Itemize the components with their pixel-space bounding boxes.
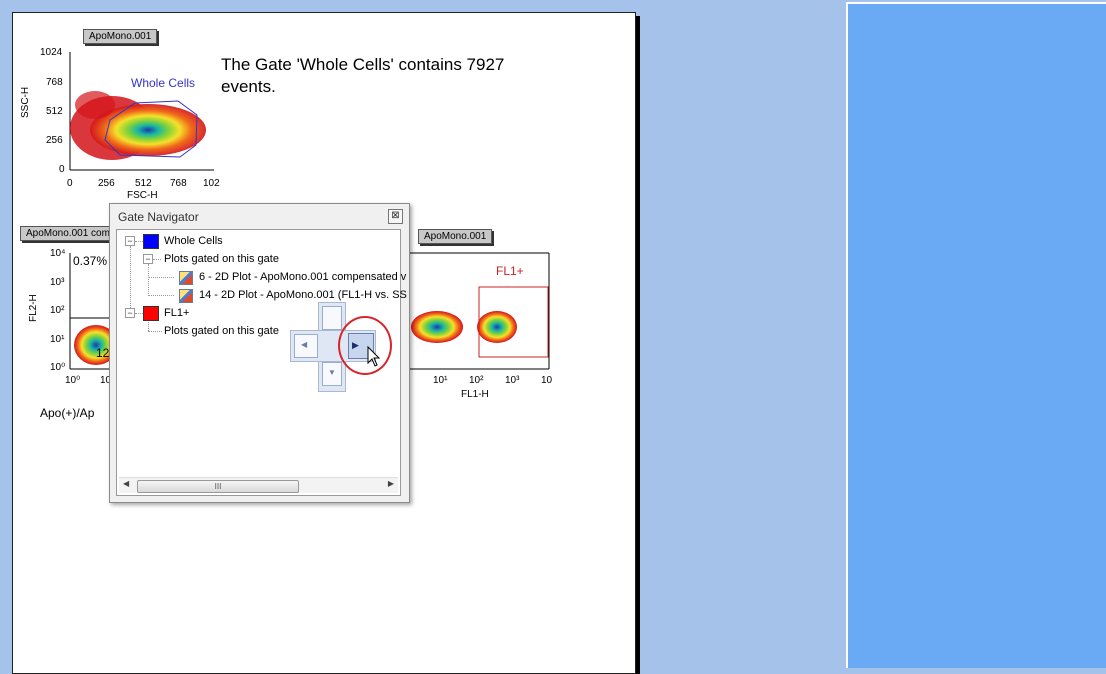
tree-item-plots-gated-1[interactable]: Plots gated on this gate: [164, 251, 279, 267]
dock-left-button[interactable]: ◀: [294, 334, 318, 358]
dock-bottom-button[interactable]: ▼: [322, 362, 342, 386]
highlight-circle: [338, 316, 392, 375]
plot-2d-icon: [179, 271, 193, 285]
plot-2d-icon: [179, 289, 193, 303]
chevron-left-icon: ◀: [301, 340, 308, 349]
plot1-xtick-512: 512: [135, 178, 152, 189]
plot3-xtick-4: 10: [541, 375, 553, 386]
plot1-ytick-512: 512: [46, 106, 63, 117]
mouse-cursor-icon: [367, 345, 381, 367]
plot2-ytick-4: 10⁴: [50, 248, 66, 259]
tree-item-plot-14[interactable]: 14 - 2D Plot - ApoMono.001 (FL1-H vs. SS: [199, 287, 407, 303]
collapse-plots-gated-icon[interactable]: −: [143, 254, 153, 264]
chevron-down-icon: ▼: [328, 368, 336, 377]
plot2-ytick-0: 10⁰: [50, 362, 66, 373]
plot2-xtick-0: 10⁰: [65, 375, 81, 386]
collapse-fl1-icon[interactable]: −: [125, 308, 135, 318]
plot1-xtick-102: 102: [203, 178, 220, 189]
gate-event-message: The Gate 'Whole Cells' contains 7927 eve…: [221, 55, 505, 96]
plot1-ytick-1024: 1024: [40, 47, 63, 58]
scroll-right-icon[interactable]: ▶: [388, 479, 394, 488]
plot3-xtick-2: 10²: [469, 375, 484, 386]
plot3-xtick-1: 10¹: [433, 375, 448, 386]
apo-stat-label: Apo(+)/Ap: [40, 406, 95, 420]
plot2-ytick-2: 10²: [50, 305, 65, 316]
fl1-color-swatch: [143, 306, 159, 321]
plot1-gate-label[interactable]: Whole Cells: [131, 76, 195, 90]
tree-item-whole-cells[interactable]: Whole Cells: [164, 233, 223, 249]
plot3-xlabel: FL1-H: [461, 389, 489, 400]
tree-item-plots-gated-2[interactable]: Plots gated on this gate: [164, 323, 279, 339]
plot2-ytick-1: 10¹: [50, 334, 65, 345]
plot2-tag[interactable]: ApoMono.001 com: [20, 226, 116, 241]
whole-cells-color-swatch: [143, 234, 159, 249]
plot2-ylabel: FL2-H: [28, 294, 39, 322]
horizontal-scrollbar[interactable]: ◀ III ▶: [119, 477, 398, 493]
plot3-xtick-3: 10³: [505, 375, 520, 386]
plot1-ytick-256: 256: [46, 135, 63, 146]
plot1-ylabel: SSC-H: [20, 86, 31, 118]
tree-item-plot-6[interactable]: 6 - 2D Plot - ApoMono.001 compensated v: [199, 269, 406, 285]
scroll-left-icon[interactable]: ◀: [123, 479, 129, 488]
plot1-tag[interactable]: ApoMono.001: [83, 29, 158, 44]
plot1-ytick-768: 768: [46, 77, 63, 88]
plot1-xtick-0: 0: [67, 178, 73, 189]
close-icon[interactable]: ⊠: [388, 209, 403, 224]
plot1-xtick-256: 256: [98, 178, 115, 189]
collapse-whole-cells-icon[interactable]: −: [125, 236, 135, 246]
plot1-xlabel: FSC-H: [127, 190, 158, 201]
plot3-gate-label[interactable]: FL1+: [496, 264, 524, 278]
plot3-tag[interactable]: ApoMono.001: [418, 229, 493, 244]
plot2-ytick-3: 10³: [50, 277, 65, 288]
plot1-ytick-0: 0: [59, 164, 65, 175]
plot2-quad-label: 12: [96, 346, 110, 360]
right-dock-panel: [846, 2, 1106, 668]
tree-item-fl1[interactable]: FL1+: [164, 305, 189, 321]
dock-top-button[interactable]: [322, 306, 342, 330]
gate-navigator-title: Gate Navigator: [118, 210, 199, 224]
plot1-xtick-768: 768: [170, 178, 187, 189]
scroll-thumb[interactable]: III: [137, 480, 299, 493]
plot2-percent-label: 0.37%: [73, 254, 108, 268]
